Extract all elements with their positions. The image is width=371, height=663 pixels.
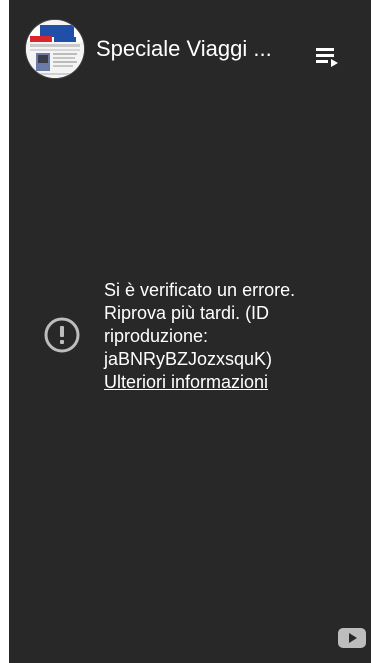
channel-avatar[interactable]	[26, 20, 84, 78]
playlist-button[interactable]	[313, 42, 343, 72]
exclamation-circle-icon	[44, 317, 80, 353]
youtube-logo-button[interactable]	[338, 628, 366, 648]
error-icon	[42, 315, 82, 355]
error-message-container: Si è verificato un errore. Riprova più t…	[104, 279, 344, 394]
playlist-play-icon	[316, 48, 338, 67]
travel-magazine-thumbnail-icon	[26, 20, 84, 78]
error-message: Si è verificato un errore. Riprova più t…	[104, 280, 296, 369]
youtube-logo-icon	[338, 628, 366, 648]
video-player[interactable]: Speciale Viaggi ... Si è verificato un e…	[9, 0, 371, 663]
more-info-link[interactable]: Ulteriori informazioni	[104, 371, 268, 394]
channel-title[interactable]: Speciale Viaggi ...	[96, 35, 296, 63]
player-header: Speciale Viaggi ...	[9, 0, 371, 100]
